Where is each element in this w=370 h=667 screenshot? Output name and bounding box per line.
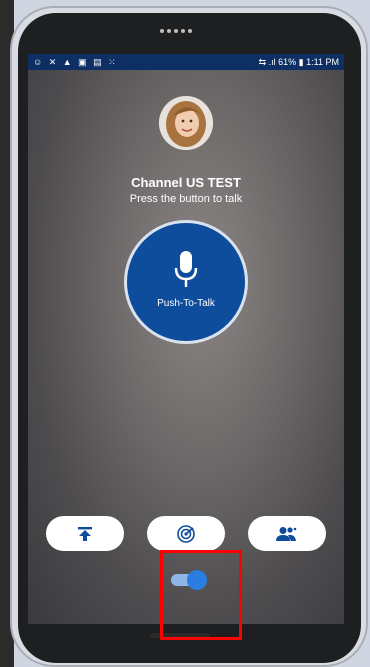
channel-instruction: Press the button to talk bbox=[129, 193, 243, 205]
avatar bbox=[159, 96, 213, 150]
home-indicator bbox=[150, 633, 210, 638]
battery-percent: 61% bbox=[278, 56, 297, 67]
radar-button[interactable] bbox=[147, 516, 225, 551]
avatar-portrait-icon bbox=[159, 96, 213, 150]
notification-icons: ☺ ✕ ▲ ▣ ▤ ⁙ bbox=[33, 56, 118, 67]
push-to-talk-label: Push-To-Talk bbox=[157, 298, 215, 309]
app-screen: ☺ ✕ ▲ ▣ ▤ ⁙ ⇆ .ıl 61% ▮ 1:11 PM Channel … bbox=[28, 54, 344, 624]
upload-button[interactable] bbox=[46, 516, 124, 551]
clock: 1:11 PM bbox=[306, 56, 339, 67]
status-bar: ☺ ✕ ▲ ▣ ▤ ⁙ ⇆ .ıl 61% ▮ 1:11 PM bbox=[28, 54, 344, 70]
contacts-button[interactable] bbox=[248, 516, 326, 551]
battery-icon: ▮ bbox=[298, 56, 304, 67]
radar-icon bbox=[177, 524, 195, 543]
status-right: ⇆ .ıl 61% ▮ 1:11 PM bbox=[259, 57, 339, 68]
channel-name: Channel US TEST bbox=[131, 175, 241, 190]
toggle-switch[interactable] bbox=[171, 570, 207, 590]
toggle-knob bbox=[187, 570, 207, 590]
contacts-icon bbox=[276, 526, 297, 541]
speaker-grille bbox=[160, 29, 192, 33]
upload-icon bbox=[78, 526, 92, 541]
signal-icon: ⇆ .ıl bbox=[258, 56, 276, 67]
microphone-icon bbox=[174, 251, 198, 287]
push-to-talk-button[interactable]: Push-To-Talk bbox=[124, 220, 248, 344]
